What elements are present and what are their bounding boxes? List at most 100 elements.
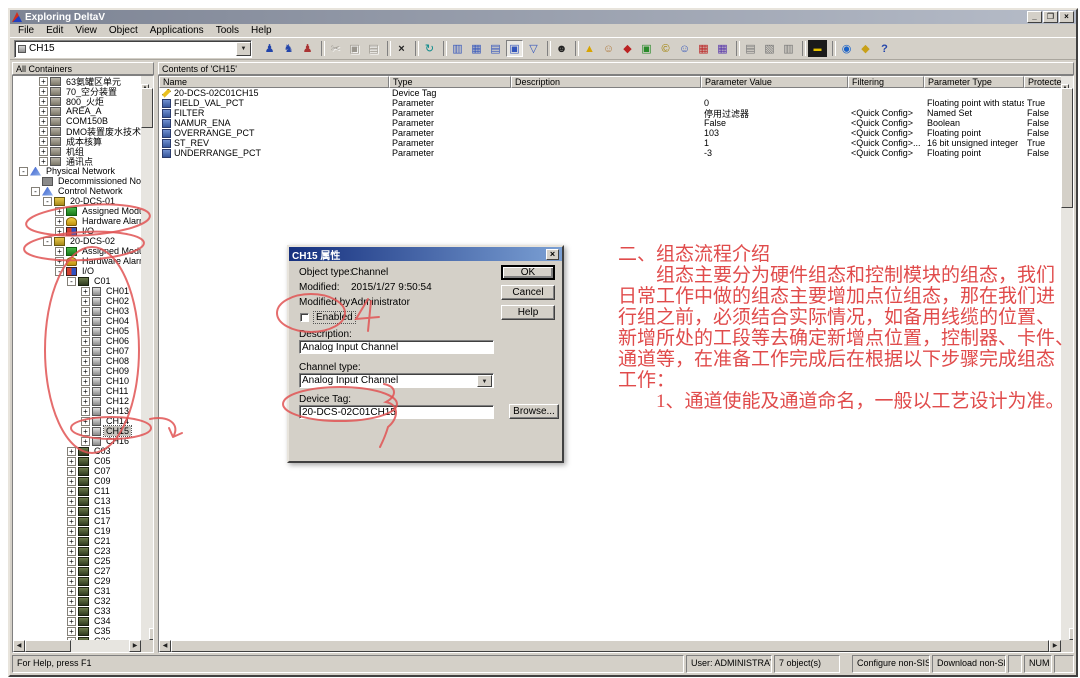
- tree-item[interactable]: + Assigned Module: [13, 246, 141, 256]
- cut-icon[interactable]: ✂: [327, 40, 344, 57]
- tree-item[interactable]: + 800_火炬: [13, 96, 141, 106]
- tree-item[interactable]: + CH08: [13, 356, 141, 366]
- bookmark-icon[interactable]: ◆: [619, 40, 636, 57]
- column-header-parameter-value[interactable]: Parameter Value: [701, 76, 848, 88]
- tree-item[interactable]: + C32: [13, 596, 141, 606]
- combobox-dropdown-arrow-icon[interactable]: [236, 42, 251, 56]
- tree-item[interactable]: + C03: [13, 446, 141, 456]
- expand-toggle-icon[interactable]: +: [67, 487, 76, 496]
- expand-toggle-icon[interactable]: -: [19, 167, 28, 176]
- maximize-button[interactable]: ❐: [1043, 11, 1058, 23]
- tree-item[interactable]: - Control Network: [13, 186, 141, 196]
- tree-item[interactable]: + C15: [13, 506, 141, 516]
- expand-toggle-icon[interactable]: +: [67, 547, 76, 556]
- tree-item[interactable]: + CH15: [13, 426, 141, 436]
- table-row[interactable]: OVERRANGE_PCT Parameter 103 <Quick Confi…: [159, 128, 1061, 138]
- tree-item[interactable]: + C21: [13, 536, 141, 546]
- control-studio-icon[interactable]: ▬: [808, 40, 827, 57]
- menu-item[interactable]: View: [69, 25, 103, 36]
- expand-toggle-icon[interactable]: -: [31, 187, 40, 196]
- tree-item[interactable]: - C01: [13, 276, 141, 286]
- tree-item[interactable]: + CH10: [13, 376, 141, 386]
- tree-item[interactable]: + C05: [13, 456, 141, 466]
- expand-toggle-icon[interactable]: +: [81, 417, 90, 426]
- expand-toggle-icon[interactable]: +: [55, 217, 64, 226]
- scroll-down-icon[interactable]: [1069, 628, 1074, 640]
- expand-toggle-icon[interactable]: +: [67, 627, 76, 636]
- tree-item[interactable]: + CH13: [13, 406, 141, 416]
- tree-item[interactable]: + C09: [13, 476, 141, 486]
- menu-item[interactable]: Object: [103, 25, 144, 36]
- tree-item[interactable]: + Assigned Module: [13, 206, 141, 216]
- device-tag-input[interactable]: [299, 405, 494, 419]
- expand-toggle-icon[interactable]: +: [39, 117, 48, 126]
- expand-toggle-icon[interactable]: +: [67, 527, 76, 536]
- expand-toggle-icon[interactable]: +: [67, 497, 76, 506]
- tree-item[interactable]: - I/O: [13, 266, 141, 276]
- tree-item[interactable]: + CH03: [13, 306, 141, 316]
- expand-toggle-icon[interactable]: +: [81, 427, 90, 436]
- tree-item[interactable]: + CH02: [13, 296, 141, 306]
- events-view-icon[interactable]: ▥: [780, 40, 797, 57]
- expand-toggle-icon[interactable]: +: [81, 317, 90, 326]
- trend-view-icon[interactable]: ▧: [761, 40, 778, 57]
- table-row[interactable]: ST_REV Parameter 1 <Quick Config>... 16 …: [159, 138, 1061, 148]
- expand-toggle-icon[interactable]: +: [81, 387, 90, 396]
- tree-item[interactable]: + CH01: [13, 286, 141, 296]
- tree-item[interactable]: + C11: [13, 486, 141, 496]
- performance-icon[interactable]: ◆: [857, 40, 874, 57]
- history-view-icon[interactable]: ▤: [742, 40, 759, 57]
- expand-toggle-icon[interactable]: +: [67, 617, 76, 626]
- refresh-icon[interactable]: ↻: [421, 40, 438, 57]
- close-button[interactable]: ×: [1059, 11, 1074, 23]
- tree-item[interactable]: + C34: [13, 616, 141, 626]
- context-help-icon[interactable]: ?: [876, 40, 893, 57]
- explorer-view-icon[interactable]: ♟: [261, 40, 278, 57]
- expand-toggle-icon[interactable]: +: [39, 77, 48, 86]
- expand-toggle-icon[interactable]: +: [67, 457, 76, 466]
- scroll-thumb[interactable]: [1061, 88, 1073, 208]
- tree-item[interactable]: + AREA_A: [13, 106, 141, 116]
- tree-item[interactable]: + C29: [13, 576, 141, 586]
- module-grid-icon[interactable]: ▦: [714, 40, 731, 57]
- tree-item[interactable]: + CH12: [13, 396, 141, 406]
- tree-item[interactable]: + C17: [13, 516, 141, 526]
- tree-item[interactable]: + Hardware Alarm: [13, 256, 141, 266]
- column-header-name[interactable]: Name: [159, 76, 389, 88]
- license-icon[interactable]: ©: [657, 40, 674, 57]
- column-header-filtering[interactable]: Filtering: [848, 76, 924, 88]
- expand-toggle-icon[interactable]: +: [81, 407, 90, 416]
- menu-item[interactable]: Help: [245, 25, 278, 36]
- user-accounts-icon[interactable]: ☺: [676, 40, 693, 57]
- expand-toggle-icon[interactable]: +: [55, 257, 64, 266]
- tree-item[interactable]: + 通讯点: [13, 156, 141, 166]
- expand-toggle-icon[interactable]: +: [39, 147, 48, 156]
- menu-item[interactable]: File: [12, 25, 40, 36]
- tree-item[interactable]: - 20-DCS-02: [13, 236, 141, 246]
- tree-item[interactable]: + C33: [13, 606, 141, 616]
- tree-item[interactable]: + C31: [13, 586, 141, 596]
- table-row[interactable]: 20-DCS-02C01CH15 Device Tag: [159, 88, 1061, 98]
- expand-toggle-icon[interactable]: +: [55, 227, 64, 236]
- scroll-right-icon[interactable]: [1049, 640, 1061, 652]
- tree-item[interactable]: + C27: [13, 566, 141, 576]
- scroll-left-icon[interactable]: [159, 640, 171, 652]
- expand-toggle-icon[interactable]: +: [39, 137, 48, 146]
- expand-toggle-icon[interactable]: +: [81, 367, 90, 376]
- list-vertical-scrollbar[interactable]: [1061, 76, 1073, 640]
- expand-toggle-icon[interactable]: +: [67, 537, 76, 546]
- tree-item[interactable]: + Hardware Alarm: [13, 216, 141, 226]
- expand-toggle-icon[interactable]: +: [67, 447, 76, 456]
- tree-vertical-scrollbar[interactable]: [141, 76, 153, 640]
- expand-toggle-icon[interactable]: +: [39, 87, 48, 96]
- expand-toggle-icon[interactable]: +: [67, 557, 76, 566]
- ok-button[interactable]: OK: [501, 265, 555, 280]
- user-browser-icon[interactable]: ♟: [299, 40, 316, 57]
- channel-type-select[interactable]: Analog Input Channel: [299, 373, 494, 388]
- tree-item[interactable]: + C35: [13, 626, 141, 636]
- table-row[interactable]: FIELD_VAL_PCT Parameter 0 Floating point…: [159, 98, 1061, 108]
- expand-toggle-icon[interactable]: +: [81, 347, 90, 356]
- filter-view-icon[interactable]: ▽: [525, 40, 542, 57]
- details-view-icon[interactable]: ▣: [506, 40, 523, 57]
- security-icon[interactable]: ☻: [553, 40, 570, 57]
